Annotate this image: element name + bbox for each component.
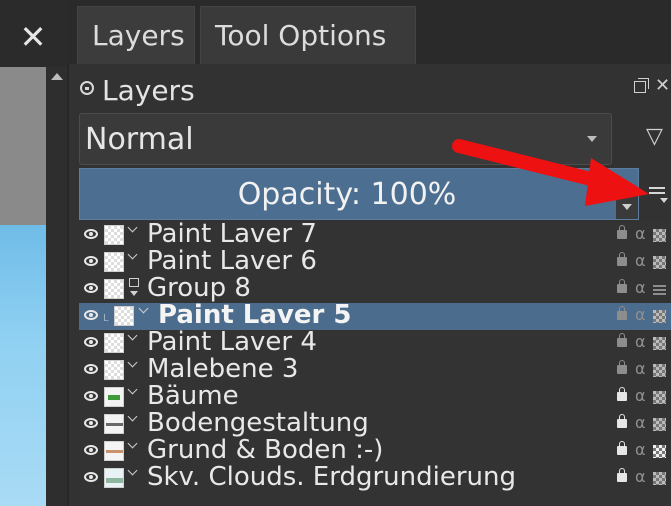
paint-layer-icon	[129, 359, 139, 369]
paint-layer-icon	[140, 305, 150, 315]
layer-list: Paint Laver 7 α Paint Laver 6 α Group 8 …	[79, 219, 671, 506]
group-layer-icon	[129, 278, 139, 288]
inherit-alpha-icon[interactable]	[653, 364, 666, 377]
inherit-alpha-icon[interactable]	[653, 229, 666, 242]
paint-layer-icon	[129, 413, 139, 423]
layer-name[interactable]: Paint Laver 7	[147, 219, 317, 249]
eye-icon[interactable]	[84, 472, 98, 482]
eye-icon[interactable]	[84, 445, 98, 455]
pass-through-icon[interactable]	[653, 283, 666, 296]
layer-thumbnail	[104, 333, 124, 353]
alpha-lock-icon[interactable]: α	[635, 385, 646, 407]
alpha-lock-icon[interactable]: α	[635, 466, 646, 488]
lock-icon[interactable]	[617, 387, 627, 401]
eye-icon[interactable]	[84, 310, 98, 320]
inherit-alpha-icon[interactable]	[653, 310, 666, 323]
inherit-alpha-icon[interactable]	[653, 391, 666, 404]
layer-row[interactable]: Malebene 3 α	[79, 354, 671, 384]
layer-row[interactable]: Skv. Clouds. Erdgrundierung α	[79, 462, 671, 492]
docker-tab-bar: Layers Tool Options	[67, 0, 671, 64]
layer-name[interactable]: Malebene 3	[147, 354, 298, 384]
paint-layer-icon	[129, 251, 139, 261]
eye-icon[interactable]	[84, 337, 98, 347]
layer-row[interactable]: Bäume α	[79, 381, 671, 411]
scroll-up-icon[interactable]	[51, 73, 63, 80]
panel-title: Layers	[102, 74, 195, 107]
blend-mode-value: Normal	[85, 122, 194, 157]
alpha-lock-icon[interactable]: α	[635, 412, 646, 434]
float-docker-icon[interactable]	[634, 78, 649, 93]
alpha-lock-icon[interactable]: α	[635, 439, 646, 461]
lock-icon[interactable]	[617, 333, 627, 347]
eye-icon[interactable]	[84, 364, 98, 374]
layer-row[interactable]: Paint Laver 6 α	[79, 246, 671, 276]
lock-icon[interactable]	[617, 414, 627, 428]
layer-thumbnail	[114, 306, 134, 326]
annotation-arrow	[452, 139, 649, 206]
layer-thumbnail	[104, 225, 124, 245]
layer-row-selected[interactable]: L Paint Laver 5 α	[79, 300, 671, 330]
alpha-lock-icon[interactable]: α	[635, 358, 646, 380]
inherit-alpha-icon[interactable]	[653, 472, 666, 485]
alpha-lock-icon[interactable]: α	[635, 304, 646, 326]
layer-row[interactable]: Grund & Boden :-) α	[79, 435, 671, 465]
layer-row[interactable]: Group 8 α	[79, 273, 671, 303]
layer-thumbnail	[104, 360, 124, 380]
eye-icon[interactable]	[84, 256, 98, 266]
layer-thumbnail	[104, 387, 124, 407]
layer-name[interactable]: Group 8	[147, 273, 251, 303]
alpha-lock-icon[interactable]: α	[635, 223, 646, 245]
eye-icon[interactable]	[84, 229, 98, 239]
chevron-down-icon[interactable]	[130, 291, 138, 296]
lock-icon[interactable]	[617, 252, 627, 266]
eye-icon[interactable]	[84, 283, 98, 293]
alpha-lock-icon[interactable]: α	[635, 250, 646, 272]
tab-tool-options[interactable]: Tool Options	[200, 6, 416, 64]
layer-name[interactable]: Paint Laver 5	[158, 300, 351, 330]
close-icon[interactable]: ✕	[14, 18, 52, 56]
lock-icon[interactable]	[617, 279, 627, 293]
paint-layer-icon	[129, 467, 139, 477]
layer-name[interactable]: Grund & Boden :-)	[147, 435, 383, 465]
layer-thumbnail	[104, 414, 124, 434]
vertical-scrollbar[interactable]	[46, 67, 67, 506]
layer-name[interactable]: Paint Laver 6	[147, 246, 317, 276]
layer-row[interactable]: Paint Laver 7 α	[79, 219, 671, 249]
alpha-lock-icon[interactable]: α	[635, 331, 646, 353]
eye-icon[interactable]	[84, 418, 98, 428]
inherit-alpha-icon[interactable]	[653, 256, 666, 269]
lock-docker-icon[interactable]	[80, 81, 94, 95]
layer-thumbnail	[104, 279, 124, 299]
lock-icon[interactable]	[617, 306, 627, 320]
layers-docker: Layers ✕ Normal ▽ Opacity: 100% Paint La…	[67, 64, 671, 506]
tab-layers[interactable]: Layers	[77, 6, 195, 64]
layer-thumbnail	[104, 468, 124, 488]
inherit-alpha-icon[interactable]	[653, 445, 666, 458]
layer-thumbnail	[104, 441, 124, 461]
lock-icon[interactable]	[617, 441, 627, 455]
paint-layer-icon	[129, 332, 139, 342]
lock-icon[interactable]	[617, 225, 627, 239]
layer-name[interactable]: Paint Laver 4	[147, 327, 317, 357]
lock-icon[interactable]	[617, 360, 627, 374]
paint-layer-icon	[129, 440, 139, 450]
close-docker-icon[interactable]: ✕	[655, 77, 670, 95]
alpha-lock-icon[interactable]: α	[635, 277, 646, 299]
layer-row[interactable]: Paint Laver 4 α	[79, 327, 671, 357]
eye-icon[interactable]	[84, 391, 98, 401]
layer-name[interactable]: Bäume	[147, 381, 239, 411]
layer-thumbnail	[104, 252, 124, 272]
layer-row[interactable]: Bodengestaltung α	[79, 408, 671, 438]
inherit-alpha-icon[interactable]	[653, 418, 666, 431]
paint-layer-icon	[129, 386, 139, 396]
left-strip: ✕	[0, 0, 67, 506]
canvas-sky-preview	[0, 225, 46, 506]
paint-layer-icon	[129, 224, 139, 234]
layer-name[interactable]: Bodengestaltung	[147, 408, 369, 438]
child-indent-mark: L	[103, 313, 109, 324]
inherit-alpha-icon[interactable]	[653, 337, 666, 350]
lock-icon[interactable]	[617, 468, 627, 482]
layer-name[interactable]: Skv. Clouds. Erdgrundierung	[147, 462, 516, 492]
